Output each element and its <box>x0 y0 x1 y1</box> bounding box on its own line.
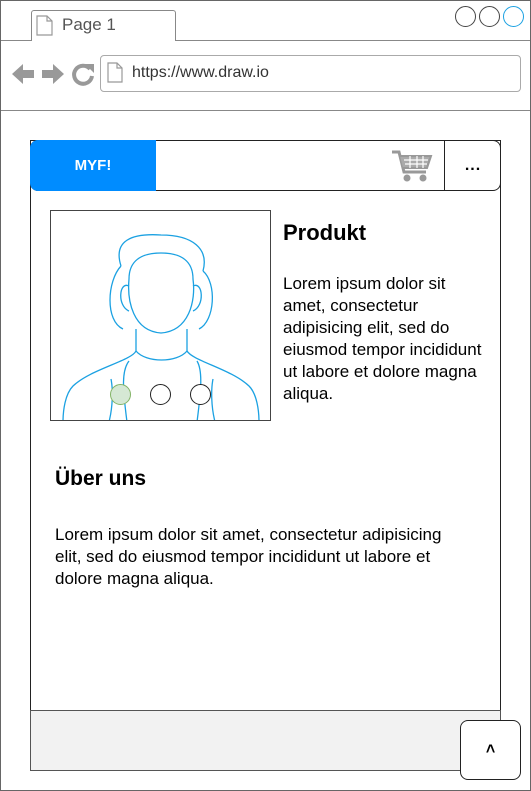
about-title: Über uns <box>55 467 147 490</box>
back-arrow-icon[interactable] <box>10 60 36 88</box>
forward-arrow-icon[interactable] <box>40 60 66 88</box>
carousel-dot-2[interactable] <box>150 384 171 405</box>
window-control-1[interactable] <box>455 6 476 27</box>
url-text: https://www.draw.io <box>132 64 269 81</box>
menu-button[interactable]: ... <box>444 140 501 191</box>
shopping-cart-icon[interactable] <box>390 146 434 184</box>
product-title: Produkt <box>283 220 367 245</box>
product-description: Lorem ipsum dolor sit amet, consectetur … <box>283 274 482 403</box>
brand-button[interactable]: MYF! <box>30 140 156 191</box>
window-control-2[interactable] <box>479 6 500 27</box>
reload-icon[interactable] <box>70 60 96 88</box>
carousel-dot-3[interactable] <box>190 384 211 405</box>
about-text: Lorem ipsum dolor sit amet, consectetur … <box>55 525 442 588</box>
window-control-3[interactable] <box>503 6 524 27</box>
page-icon <box>36 15 53 36</box>
carousel-dot-1[interactable] <box>110 384 131 405</box>
footer <box>30 710 501 771</box>
tab-title: Page 1 <box>62 15 116 34</box>
scroll-to-top-button[interactable]: ˄ <box>460 720 521 780</box>
url-page-icon <box>107 62 123 83</box>
